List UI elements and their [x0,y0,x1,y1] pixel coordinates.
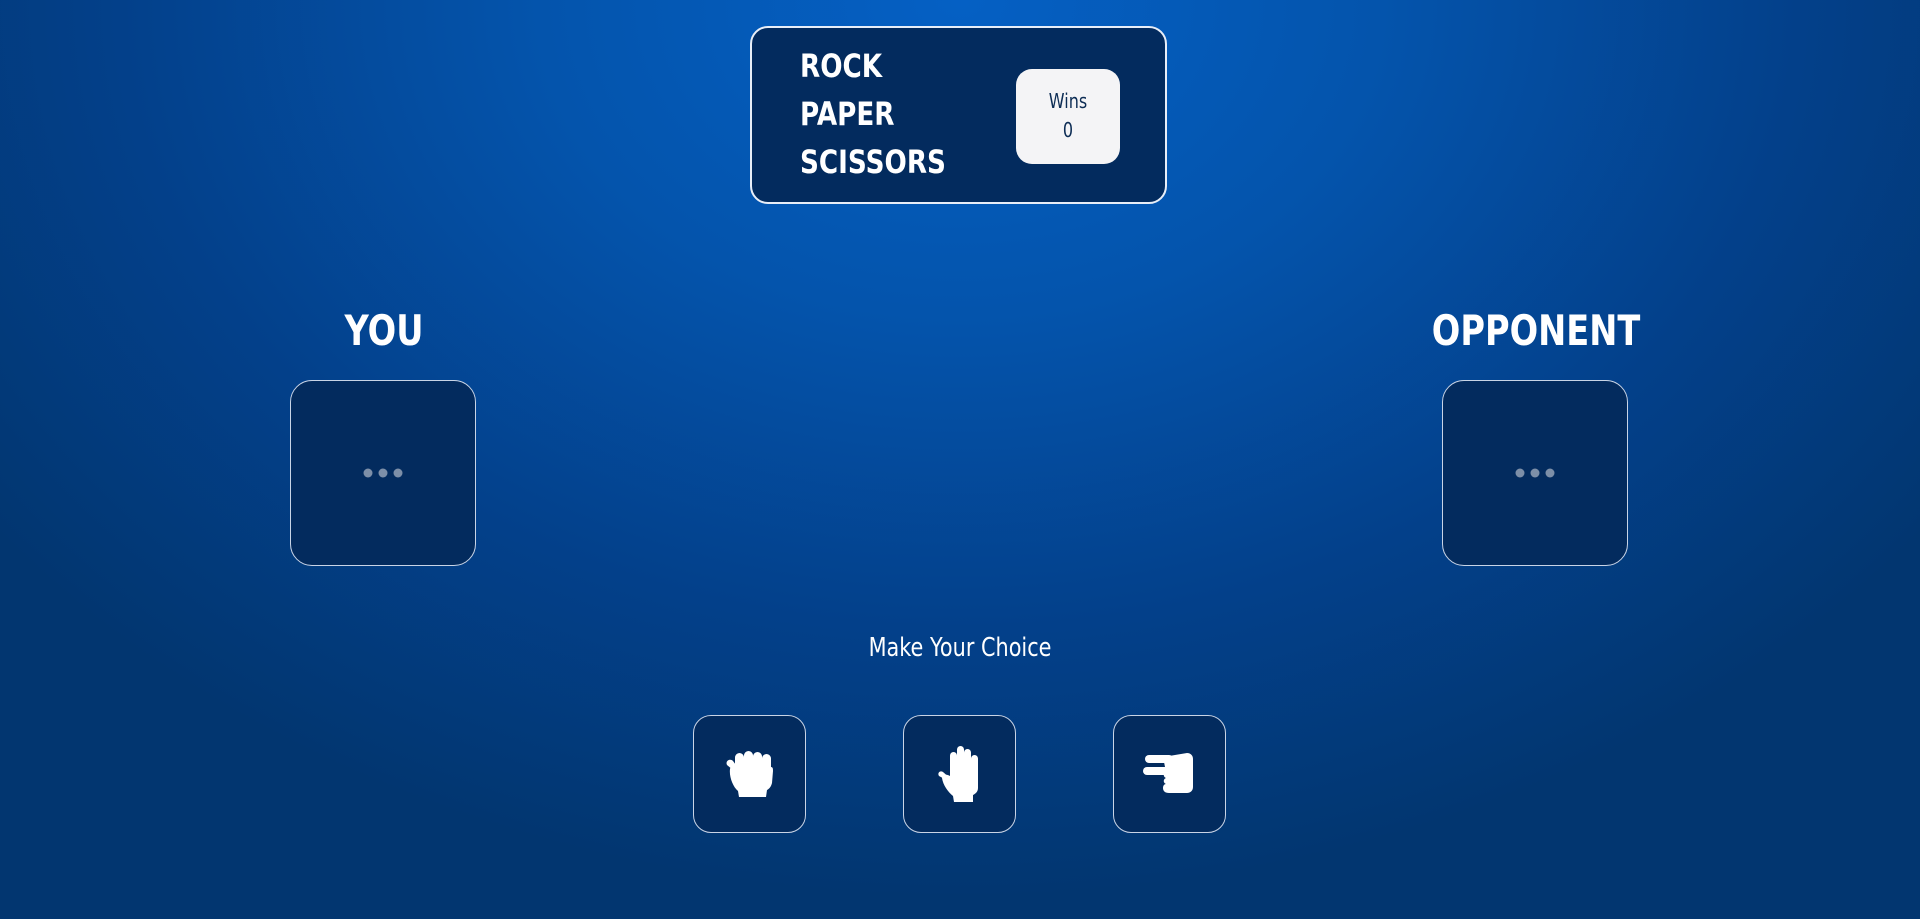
title-line-paper: PAPER [800,95,895,133]
wins-value: 0 [1062,118,1074,142]
rock-button[interactable] [693,715,806,833]
player-label-opponent: OPPONENT [1431,306,1641,355]
hand-paper-icon [937,746,978,802]
paper-button[interactable] [903,715,1016,833]
hand-rock-icon [726,751,773,797]
title-line-scissors: SCISSORS [800,143,946,181]
opponent-choice-slot [1442,380,1628,566]
title-line-rock: ROCK [800,47,883,85]
player-choice-slot [290,380,476,566]
scissors-button[interactable] [1113,715,1226,833]
choice-prompt: Make Your Choice [868,633,1052,663]
player-label-you: YOU [344,306,424,355]
ellipsis-icon [1515,468,1555,478]
ellipsis-icon [363,468,403,478]
wins-label: Wins [1048,89,1088,113]
hand-scissors-icon [1142,753,1193,793]
wins-counter: Wins 0 [1016,69,1120,164]
scoreboard: ROCK PAPER SCISSORS Wins 0 [750,26,1167,204]
game-title: ROCK PAPER SCISSORS [800,42,946,186]
